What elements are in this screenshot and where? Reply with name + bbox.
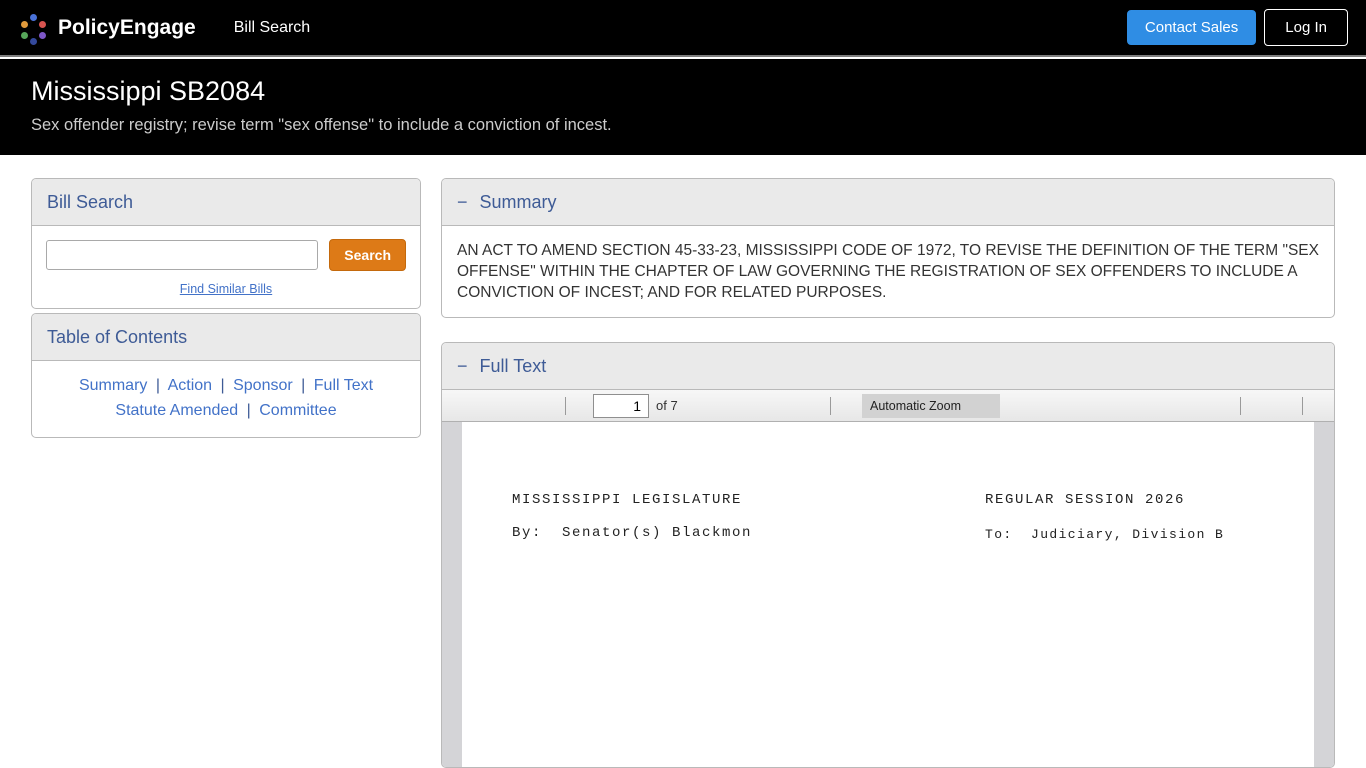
toc-link-action[interactable]: Action bbox=[168, 377, 212, 394]
toc-separator: | bbox=[156, 377, 160, 394]
page-number-input[interactable] bbox=[593, 394, 649, 418]
page-title: Mississippi SB2084 bbox=[31, 76, 1335, 107]
logo-dot bbox=[30, 14, 37, 21]
bill-header: Mississippi SB2084 Sex offender registry… bbox=[0, 59, 1366, 155]
pdf-text-session: REGULAR SESSION 2026 bbox=[985, 492, 1185, 508]
toolbar-separator bbox=[1240, 397, 1241, 415]
table-of-contents-panel: Table of Contents Summary | Action | Spo… bbox=[31, 313, 421, 438]
full-text-panel: −Full Text of 7 Automatic Zoom MISSISSIP… bbox=[441, 342, 1335, 768]
logo-dot bbox=[39, 21, 46, 28]
navbar-actions: Contact Sales Log In bbox=[1127, 9, 1348, 46]
toc-panel-title: Table of Contents bbox=[32, 314, 420, 361]
brand-logo-text[interactable]: PolicyEngage bbox=[58, 16, 196, 40]
bill-search-panel: Bill Search Search Find Similar Bills bbox=[31, 178, 421, 309]
logo-dot bbox=[21, 21, 28, 28]
toc-link-summary[interactable]: Summary bbox=[79, 377, 147, 394]
logo-dots-icon bbox=[18, 13, 48, 43]
full-text-panel-header[interactable]: −Full Text bbox=[442, 343, 1334, 390]
toc-link-statute-amended[interactable]: Statute Amended bbox=[115, 402, 238, 419]
toolbar-separator bbox=[830, 397, 831, 415]
toc-separator: | bbox=[221, 377, 225, 394]
pdf-text-committee-ref: To: Judiciary, Division B bbox=[985, 527, 1224, 542]
pdf-toolbar: of 7 Automatic Zoom bbox=[442, 390, 1334, 422]
summary-panel-title: Summary bbox=[480, 192, 557, 212]
logo-dot bbox=[30, 38, 37, 45]
toolbar-separator bbox=[565, 397, 566, 415]
bill-search-input[interactable] bbox=[46, 240, 318, 270]
toc-link-full-text[interactable]: Full Text bbox=[314, 377, 373, 394]
find-similar-bills-link[interactable]: Find Similar Bills bbox=[46, 282, 406, 296]
pdf-text-legislature: MISSISSIPPI LEGISLATURE bbox=[512, 492, 742, 508]
zoom-select[interactable]: Automatic Zoom bbox=[862, 394, 1000, 418]
toc-separator: | bbox=[247, 402, 251, 419]
log-in-button[interactable]: Log In bbox=[1264, 9, 1348, 46]
bill-search-panel-body: Search Find Similar Bills bbox=[32, 226, 420, 308]
logo-dot bbox=[21, 32, 28, 39]
pdf-viewer[interactable]: MISSISSIPPI LEGISLATURE REGULAR SESSION … bbox=[442, 422, 1334, 768]
toolbar-separator bbox=[1302, 397, 1303, 415]
summary-panel: −Summary AN ACT TO AMEND SECTION 45-33-2… bbox=[441, 178, 1335, 318]
collapse-icon[interactable]: − bbox=[457, 355, 468, 377]
toc-links-row: Statute Amended | Committee bbox=[42, 398, 410, 423]
pdf-page: MISSISSIPPI LEGISLATURE REGULAR SESSION … bbox=[462, 422, 1314, 768]
summary-text: AN ACT TO AMEND SECTION 45-33-23, MISSIS… bbox=[442, 226, 1334, 317]
toc-link-sponsor[interactable]: Sponsor bbox=[233, 377, 293, 394]
toc-links-row: Summary | Action | Sponsor | Full Text bbox=[42, 373, 410, 398]
bill-description: Sex offender registry; revise term "sex … bbox=[31, 116, 1335, 135]
toc-links: Summary | Action | Sponsor | Full Text S… bbox=[32, 361, 420, 437]
collapse-icon[interactable]: − bbox=[457, 191, 468, 213]
search-button[interactable]: Search bbox=[329, 239, 406, 271]
toc-link-committee[interactable]: Committee bbox=[259, 402, 336, 419]
bill-search-panel-title: Bill Search bbox=[32, 179, 420, 226]
toc-separator: | bbox=[301, 377, 305, 394]
full-text-panel-title: Full Text bbox=[480, 356, 547, 376]
pdf-text-author: By: Senator(s) Blackmon bbox=[512, 525, 752, 541]
contact-sales-button[interactable]: Contact Sales bbox=[1127, 10, 1256, 45]
nav-item-bill-search[interactable]: Bill Search bbox=[234, 19, 310, 37]
summary-panel-header[interactable]: −Summary bbox=[442, 179, 1334, 226]
navbar: PolicyEngage Bill Search Contact Sales L… bbox=[0, 0, 1366, 57]
logo-dot bbox=[39, 32, 46, 39]
page-count-label: of 7 bbox=[656, 390, 678, 422]
